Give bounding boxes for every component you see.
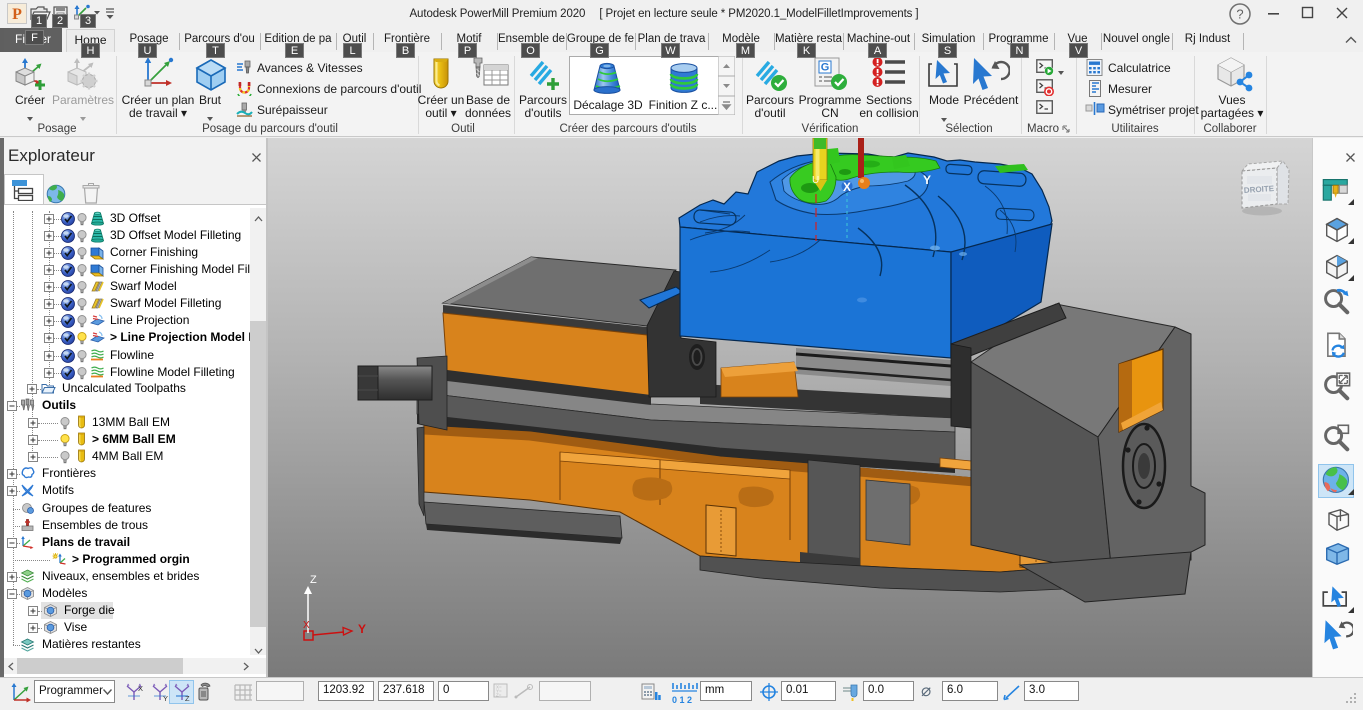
svg-text:X: X — [303, 620, 310, 631]
svg-text:X: X — [843, 180, 851, 194]
svg-text:0 1 2: 0 1 2 — [672, 695, 692, 705]
svg-text:Z=: Z= — [496, 693, 502, 698]
svg-text:Z: Z — [310, 574, 317, 586]
svg-text:G: G — [821, 62, 830, 74]
svg-text:Z: Z — [185, 694, 190, 702]
svg-text:?: ? — [1236, 7, 1243, 22]
svg-text:Y: Y — [358, 622, 366, 636]
svg-text:Y: Y — [163, 694, 168, 702]
svg-text:Y: Y — [923, 173, 931, 187]
svg-text:U: U — [812, 175, 819, 186]
svg-text:X: X — [138, 684, 143, 693]
